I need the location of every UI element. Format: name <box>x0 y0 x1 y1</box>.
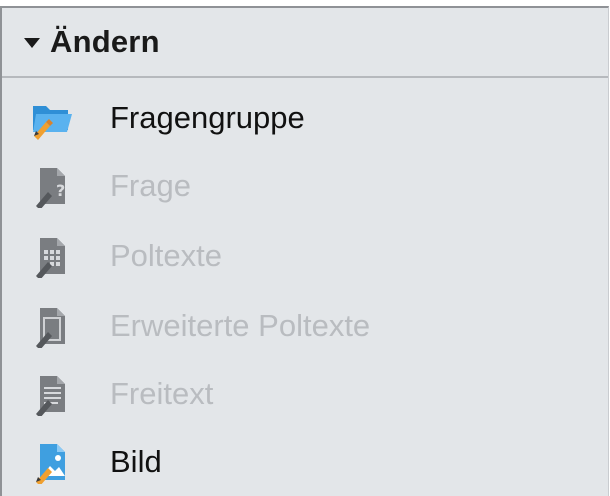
svg-text:?: ? <box>56 181 65 200</box>
section-header[interactable]: Ändern <box>2 8 608 78</box>
caret-down-icon[interactable] <box>24 38 40 48</box>
image-edit-icon <box>30 440 74 486</box>
menu-item-fragengruppe[interactable]: Fragengruppe <box>2 88 608 148</box>
menu-item-erweiterte-poltexte[interactable]: Erweiterte Poltexte <box>2 296 608 356</box>
extended-document-edit-icon <box>30 304 74 350</box>
section-title: Ändern <box>50 24 160 59</box>
menu-item-label: Bild <box>110 444 162 479</box>
menu-item-label: Poltexte <box>110 238 223 273</box>
question-document-edit-icon: ? <box>30 164 74 210</box>
change-panel: Ändern Fragengruppe ? Frage Poltexte Erw… <box>0 6 609 496</box>
grid-document-edit-icon <box>30 234 74 280</box>
text-document-edit-icon <box>30 372 74 418</box>
menu-item-frage[interactable]: ? Frage <box>2 156 608 216</box>
menu-item-label: Frage <box>110 168 191 203</box>
menu-item-label: Erweiterte Poltexte <box>110 308 371 343</box>
menu-item-poltexte[interactable]: Poltexte <box>2 226 608 286</box>
menu-item-label: Freitext <box>110 376 214 411</box>
folder-edit-icon <box>30 96 74 140</box>
menu-item-bild[interactable]: Bild <box>2 432 608 492</box>
menu-item-label: Fragengruppe <box>110 100 305 135</box>
menu-item-freitext[interactable]: Freitext <box>2 364 608 424</box>
